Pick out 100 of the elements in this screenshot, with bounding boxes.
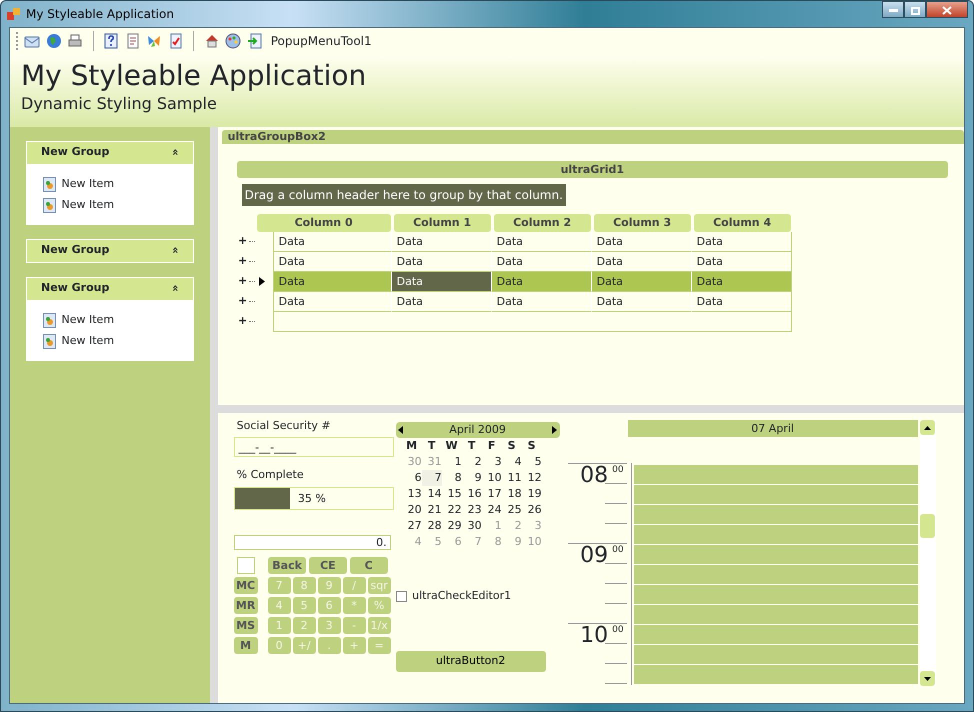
calendar-day[interactable]: 16: [462, 486, 482, 502]
calendar-day[interactable]: 25: [502, 502, 522, 518]
calendar-day[interactable]: 2: [462, 454, 482, 470]
weekday-label: S: [506, 438, 517, 454]
calendar-day[interactable]: 27: [402, 518, 422, 534]
calculator-key[interactable]: MR: [234, 596, 258, 614]
table-cell[interactable]: Data: [272, 232, 392, 252]
calendar-day[interactable]: 4: [502, 454, 522, 470]
calendar-day[interactable]: 21: [422, 502, 442, 518]
collapse-chevron[interactable]: »: [166, 284, 184, 292]
table-cell[interactable]: Data: [392, 272, 492, 292]
expand-toggle[interactable]: +: [236, 313, 249, 330]
weekday-label: F: [486, 438, 496, 454]
table-cell[interactable]: Data: [592, 292, 692, 312]
calculator-key[interactable]: MC: [234, 576, 258, 594]
weekday-label: T: [466, 438, 476, 454]
calendar-day[interactable]: 13: [402, 486, 422, 502]
calendar-day[interactable]: 24: [482, 502, 502, 518]
table-cell[interactable]: Data: [692, 292, 792, 312]
weekday-label: M: [405, 438, 418, 454]
calendar-day[interactable]: 14: [422, 486, 442, 502]
group-header[interactable]: New Group »: [27, 278, 193, 300]
calculator-key[interactable]: CE: [308, 556, 347, 574]
expand-toggle[interactable]: +: [236, 273, 249, 290]
calendar-day[interactable]: 7: [422, 470, 442, 486]
popup-menu-tool[interactable]: PopupMenuTool1: [270, 32, 372, 50]
minute-label: 00: [612, 624, 624, 637]
day-header[interactable]: 07 April: [628, 420, 918, 437]
expand-toggle[interactable]: +: [236, 253, 249, 270]
calendar-day[interactable]: 9: [462, 470, 482, 486]
calendar-day[interactable]: 26: [522, 502, 542, 518]
group-box-title: ultraGroupBox2: [222, 130, 964, 144]
table-cell[interactable]: Data: [592, 272, 692, 292]
calendar-day[interactable]: 10: [482, 470, 502, 486]
calendar-day[interactable]: 12: [522, 470, 542, 486]
hour-label: 08: [580, 464, 608, 488]
calendar-day[interactable]: 29: [442, 518, 462, 534]
minute-label: 00: [612, 544, 624, 557]
window-title: My Styleable Application: [26, 6, 174, 23]
calendar-day[interactable]: 5: [522, 454, 542, 470]
group-title: New Group: [41, 242, 110, 258]
calculator-key[interactable]: MS: [234, 616, 258, 634]
column-header[interactable]: Column 2: [494, 214, 591, 232]
group-title: New Group: [41, 144, 110, 160]
group-header[interactable]: New Group »: [27, 240, 193, 262]
table-cell[interactable]: Data: [272, 292, 392, 312]
column-header[interactable]: Column 3: [594, 214, 691, 232]
calculator-key[interactable]: Back: [268, 556, 306, 574]
group-by-area[interactable]: Drag a column header here to group by that column.: [242, 184, 566, 206]
calculator-key[interactable]: M: [234, 636, 258, 654]
hour-label: 10: [580, 624, 608, 648]
calendar-day[interactable]: 23: [462, 502, 482, 518]
table-cell[interactable]: Data: [492, 272, 592, 292]
table-cell[interactable]: Data: [592, 232, 692, 252]
column-header[interactable]: Column 0: [256, 214, 391, 232]
table-cell[interactable]: Data: [692, 272, 792, 292]
calendar-day[interactable]: 1: [442, 454, 462, 470]
table-cell[interactable]: Data: [272, 272, 392, 292]
calendar-day[interactable]: 17: [482, 486, 502, 502]
sidebar-item[interactable]: New Item: [43, 310, 177, 330]
checkbox-label[interactable]: ultraCheckEditor1: [412, 588, 512, 604]
calendar-day[interactable]: 28: [422, 518, 442, 534]
sidebar-item[interactable]: New Item: [43, 330, 177, 352]
expand-toggle[interactable]: +: [236, 293, 249, 310]
calendar-day[interactable]: 30: [462, 518, 482, 534]
table-cell[interactable]: Data: [492, 292, 592, 312]
calendar-day[interactable]: 18: [502, 486, 522, 502]
expand-toggle[interactable]: +: [236, 233, 249, 250]
calendar-day[interactable]: 20: [402, 502, 422, 518]
group-header[interactable]: New Group »: [27, 142, 193, 164]
calendar-day[interactable]: 19: [522, 486, 542, 502]
table-cell[interactable]: Data: [692, 232, 792, 252]
calendar-day[interactable]: 6: [402, 470, 422, 486]
action-button[interactable]: ultraButton2: [396, 650, 546, 672]
field-label: Social Security #: [236, 418, 332, 434]
calculator-display: 0.: [234, 534, 391, 550]
column-header[interactable]: Column 1: [394, 214, 491, 232]
calendar-day[interactable]: 15: [442, 486, 462, 502]
table-cell[interactable]: Data: [392, 292, 492, 312]
group-title: New Group: [41, 280, 110, 296]
calendar-day[interactable]: 3: [482, 454, 502, 470]
collapse-chevron[interactable]: »: [166, 148, 184, 156]
calendar-day[interactable]: 11: [502, 470, 522, 486]
calendar-title[interactable]: April 2009: [449, 422, 506, 438]
calendar-day[interactable]: 8: [442, 470, 462, 486]
sidebar-item[interactable]: New Item: [43, 194, 177, 216]
calculator-key[interactable]: C: [350, 556, 388, 574]
hour-label: 09: [580, 544, 608, 568]
column-header[interactable]: Column 4: [694, 214, 791, 232]
grid-caption: ultraGrid1: [236, 160, 948, 178]
minute-label: 00: [612, 464, 624, 477]
sidebar-item[interactable]: New Item: [43, 174, 177, 194]
calendar-day[interactable]: 22: [442, 502, 462, 518]
app-subtitle: Dynamic Styling Sample: [21, 93, 218, 115]
table-cell[interactable]: Data: [492, 232, 592, 252]
collapse-chevron[interactable]: »: [166, 246, 184, 254]
app-heading: My Styleable Application: [21, 60, 368, 92]
input-field[interactable]: ___-__-____: [234, 437, 394, 458]
table-cell[interactable]: Data: [392, 232, 492, 252]
weekday-label: T: [426, 438, 436, 454]
